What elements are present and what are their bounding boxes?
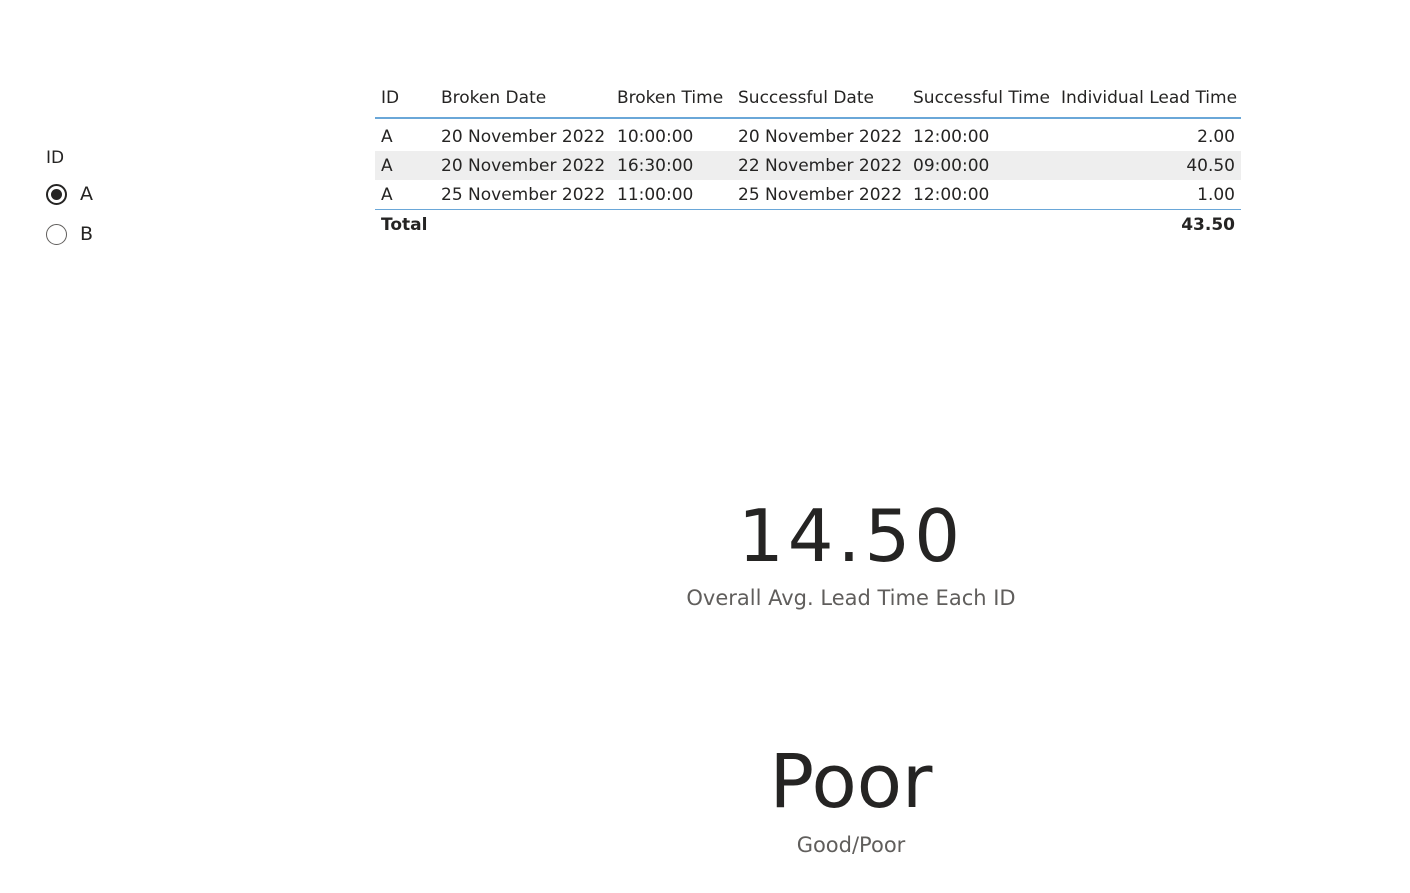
slicer-option-b[interactable]: B (46, 214, 246, 254)
table-cell: 20 November 2022 (435, 151, 611, 180)
card-label: Overall Avg. Lead Time Each ID (686, 586, 1016, 610)
table-row[interactable]: A 20 November 2022 16:30:00 22 November … (375, 151, 1241, 180)
table-cell: 40.50 (1055, 151, 1241, 180)
table-cell: A (375, 151, 435, 180)
table-cell: 1.00 (1055, 180, 1241, 210)
good-poor-card: Poor Good/Poor (601, 745, 1101, 857)
avg-lead-time-card: 14.50 Overall Avg. Lead Time Each ID (601, 500, 1101, 610)
total-value: 43.50 (1181, 215, 1235, 235)
table-row[interactable]: A 20 November 2022 10:00:00 20 November … (375, 118, 1241, 151)
total-label: Total (381, 215, 428, 235)
column-header-individual-lead-time[interactable]: Individual Lead Time (1055, 78, 1241, 119)
table-cell: 2.00 (1197, 126, 1235, 147)
radio-selected-icon[interactable] (46, 183, 67, 205)
table-cell: 12:00:00 (907, 180, 1055, 210)
card-label: Good/Poor (796, 833, 906, 857)
slicer-option-a[interactable]: A (46, 174, 246, 214)
lead-time-table: ID Broken Date Broken Time Successful Da… (375, 78, 1241, 240)
table-cell: 11:00:00 (611, 180, 732, 210)
radio-unselected-icon[interactable] (46, 223, 67, 245)
table-cell: A (381, 126, 393, 147)
table-cell: 25 November 2022 (435, 180, 611, 210)
table-cell: 10:00:00 (617, 126, 694, 147)
column-header-successful-time[interactable]: Successful Time (907, 78, 1055, 119)
table-cell: 09:00:00 (907, 151, 1055, 180)
table-total-row: Total 43.50 (375, 210, 1241, 241)
slicer-option-label: B (80, 223, 94, 245)
column-header-id[interactable]: ID (375, 78, 435, 119)
table-cell: A (375, 180, 435, 210)
table-header-row: ID Broken Date Broken Time Successful Da… (375, 78, 1241, 119)
table-row[interactable]: A 25 November 2022 11:00:00 25 November … (375, 180, 1241, 210)
table-cell: 12:00:00 (913, 126, 990, 147)
id-slicer: ID A B (46, 146, 246, 254)
column-header-successful-date[interactable]: Successful Date (732, 78, 907, 119)
table-cell: 20 November 2022 (441, 126, 606, 147)
column-header-broken-time[interactable]: Broken Time (611, 78, 732, 119)
card-value: Poor (769, 739, 933, 825)
table-cell: 16:30:00 (611, 151, 732, 180)
slicer-option-label: A (80, 183, 93, 205)
card-value: 14.50 (737, 494, 965, 578)
table-cell: 20 November 2022 (738, 126, 903, 147)
slicer-title: ID (46, 148, 65, 168)
column-header-broken-date[interactable]: Broken Date (435, 78, 611, 119)
table-cell: 25 November 2022 (732, 180, 907, 210)
table-cell: 22 November 2022 (732, 151, 907, 180)
